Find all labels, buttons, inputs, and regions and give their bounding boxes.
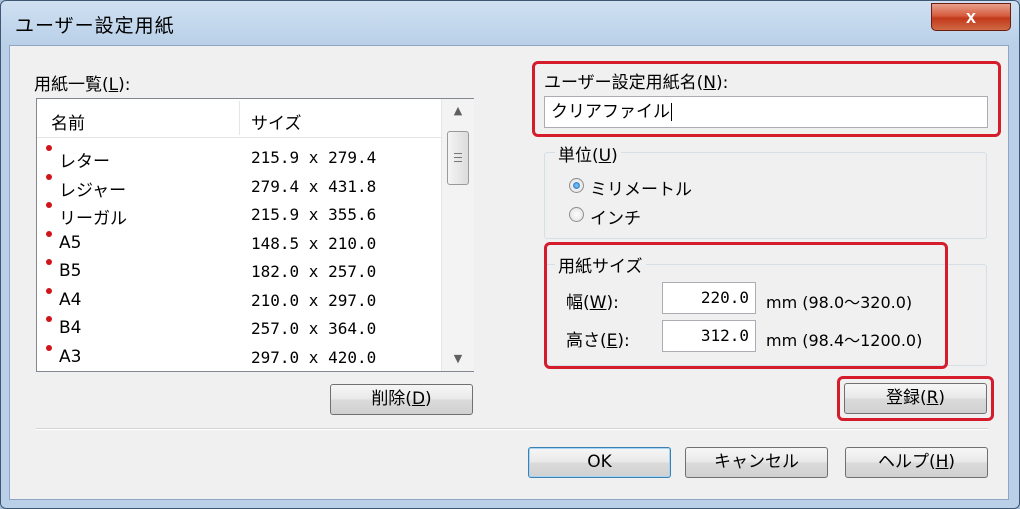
unit-title-text: 単位( <box>558 146 599 166</box>
list-item[interactable]: A5 148.5 x 210.0 <box>37 228 441 257</box>
help-button[interactable]: ヘルプ(H) <box>845 447 988 478</box>
unit-group-title: 単位(U) <box>555 141 621 166</box>
close-icon: x <box>965 7 976 27</box>
red-bullet-icon <box>46 202 52 208</box>
list-item-size: 215.9 x 355.6 <box>251 205 377 224</box>
radio-millimeter[interactable] <box>569 178 584 193</box>
list-item-name: B5 <box>59 261 82 281</box>
unit-title-suffix: ) <box>611 146 618 166</box>
ok-button[interactable]: OK <box>528 447 671 478</box>
dialog-client-area: 用紙一覧(L): 名前 サイズ レター 215.9 x 279.4 レジャー 2… <box>9 45 1009 500</box>
list-item-name: A3 <box>59 347 82 367</box>
red-bullet-icon <box>46 231 52 237</box>
scroll-up-icon[interactable]: ▲ <box>442 99 474 123</box>
paper-list-label: 用紙一覧(L): <box>34 70 131 95</box>
list-item-size: 279.4 x 431.8 <box>251 177 377 196</box>
list-item[interactable]: A3 297.0 x 420.0 <box>37 342 441 371</box>
red-bullet-icon <box>46 174 52 180</box>
list-item-size: 215.9 x 279.4 <box>251 148 377 167</box>
help-button-text: ヘルプ( <box>877 452 936 472</box>
red-bullet-icon <box>46 345 52 351</box>
window-title: ユーザー設定用紙 <box>15 15 175 37</box>
column-header-name[interactable]: 名前 <box>51 109 85 134</box>
paper-list-header: 名前 サイズ <box>37 99 441 138</box>
list-item[interactable]: リーガル 215.9 x 355.6 <box>37 199 441 229</box>
scroll-thumb[interactable] <box>447 131 469 185</box>
grip-line <box>454 153 462 154</box>
help-button-key: H <box>935 452 949 472</box>
red-bullet-icon <box>46 288 52 294</box>
list-item-size: 257.0 x 364.0 <box>251 319 377 338</box>
list-item[interactable]: レジャー 279.4 x 431.8 <box>37 171 441 201</box>
list-item-name: リーガル <box>59 209 127 229</box>
list-item-name: レター <box>59 152 110 172</box>
red-bullet-icon <box>46 316 52 322</box>
list-item[interactable]: B4 257.0 x 364.0 <box>37 313 441 342</box>
list-item-size: 297.0 x 420.0 <box>251 348 377 367</box>
scroll-down-icon[interactable]: ▼ <box>442 347 474 371</box>
column-header-size[interactable]: サイズ <box>251 109 302 134</box>
list-item-size: 182.0 x 257.0 <box>251 262 377 281</box>
list-item-size: 148.5 x 210.0 <box>251 234 377 253</box>
radio-inch[interactable] <box>569 207 584 222</box>
help-button-suffix: ) <box>948 452 956 472</box>
delete-button-suffix: ) <box>425 389 432 409</box>
title-bar[interactable]: ユーザー設定用紙 x <box>1 1 1019 45</box>
separator <box>36 428 988 430</box>
highlight-register <box>837 376 994 421</box>
list-item-name: B4 <box>59 318 82 338</box>
unit-title-key: U <box>598 146 612 166</box>
paper-list-label-text: 用紙一覧( <box>34 75 109 95</box>
highlight-paper-size <box>544 242 948 369</box>
delete-button-text: 削除( <box>371 389 412 409</box>
list-item[interactable]: レター 215.9 x 279.4 <box>37 142 441 172</box>
list-item-name: A4 <box>59 290 82 310</box>
red-bullet-icon <box>46 145 52 151</box>
radio-millimeter-label[interactable]: ミリメートル <box>590 175 692 200</box>
paper-list-label-suffix: ): <box>118 75 131 95</box>
list-item[interactable]: B5 182.0 x 257.0 <box>37 256 441 285</box>
column-divider[interactable] <box>239 101 240 135</box>
highlight-paper-name <box>532 61 1001 137</box>
dialog-window: ユーザー設定用紙 x 用紙一覧(L): 名前 サイズ レター 215.9 x 2… <box>0 0 1020 509</box>
grip-line <box>454 161 462 162</box>
cancel-button[interactable]: キャンセル <box>685 447 828 478</box>
list-item-name: レジャー <box>59 181 127 201</box>
list-item-name: A5 <box>59 233 82 253</box>
paper-list[interactable]: 名前 サイズ レター 215.9 x 279.4 レジャー 279.4 x 43… <box>36 98 474 372</box>
vertical-scrollbar[interactable]: ▲ ▼ <box>441 99 474 371</box>
delete-button-key: D <box>411 389 426 409</box>
paper-list-label-key: L <box>108 75 119 95</box>
list-item-size: 210.0 x 297.0 <box>251 291 377 310</box>
list-item[interactable]: A4 210.0 x 297.0 <box>37 285 441 314</box>
close-button[interactable]: x <box>931 3 1011 31</box>
grip-line <box>454 157 462 158</box>
radio-inch-label[interactable]: インチ <box>590 204 641 229</box>
delete-button[interactable]: 削除(D) <box>330 384 473 415</box>
red-bullet-icon <box>46 259 52 265</box>
